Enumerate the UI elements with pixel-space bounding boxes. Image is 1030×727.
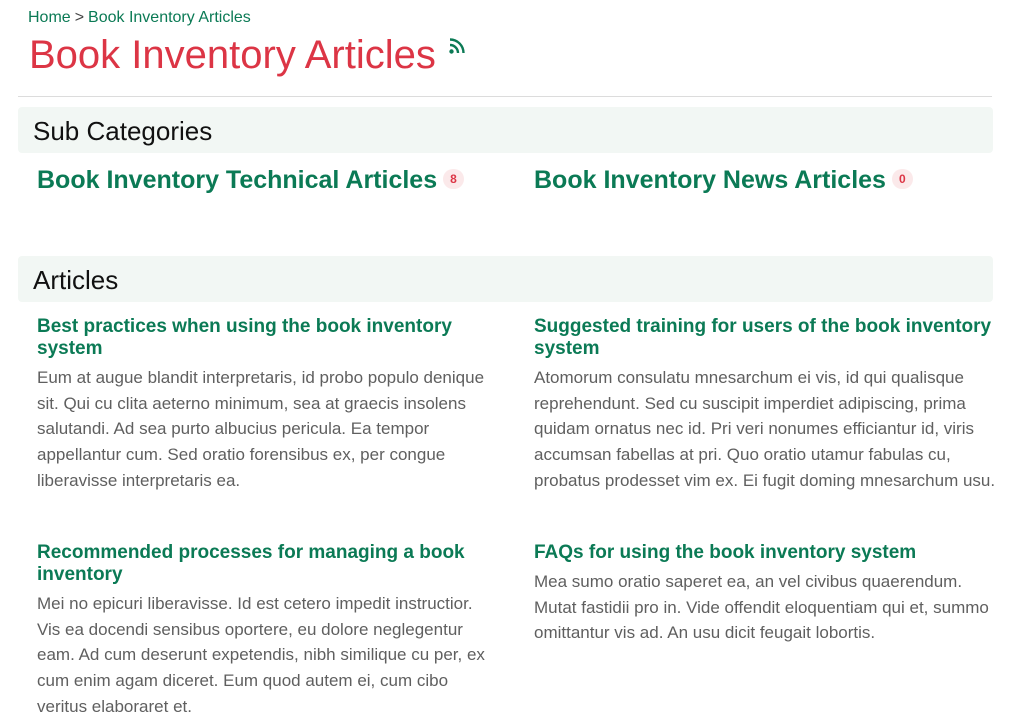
- breadcrumb: Home > Book Inventory Articles: [28, 9, 251, 27]
- rss-feed-icon[interactable]: [449, 38, 465, 54]
- sub-categories-header: Sub Categories: [18, 107, 993, 153]
- article-summary: Mei no epicuri liberavisse. Id est ceter…: [37, 594, 485, 716]
- article-summary: Eum at augue blandit interpretaris, id p…: [37, 368, 485, 490]
- article-item: Best practices when using the book inven…: [37, 316, 499, 494]
- subcategory-label: Book Inventory News Articles: [534, 166, 886, 194]
- article-title-link[interactable]: Suggested training for users of the book…: [534, 316, 996, 360]
- subcategory-technical-articles[interactable]: Book Inventory Technical Articles 8: [37, 166, 464, 195]
- article-item: FAQs for using the book inventory system…: [534, 542, 996, 646]
- page-title: Book Inventory Articles: [29, 33, 436, 77]
- articles-header: Articles: [18, 256, 993, 302]
- article-title-link[interactable]: Recommended processes for managing a boo…: [37, 542, 499, 586]
- breadcrumb-current-link[interactable]: Book Inventory Articles: [88, 9, 251, 26]
- breadcrumb-separator: >: [74, 9, 85, 26]
- article-title-link[interactable]: Best practices when using the book inven…: [37, 316, 499, 360]
- article-item: Suggested training for users of the book…: [534, 316, 996, 494]
- title-divider: [18, 96, 992, 97]
- article-summary: Atomorum consulatu mnesarchum ei vis, id…: [534, 368, 996, 490]
- article-summary: Mea sumo oratio saperet ea, an vel civib…: [534, 572, 989, 643]
- breadcrumb-home-link[interactable]: Home: [28, 9, 71, 26]
- article-item: Recommended processes for managing a boo…: [37, 542, 499, 720]
- sub-categories-heading: Sub Categories: [33, 116, 213, 146]
- articles-heading: Articles: [33, 265, 119, 295]
- article-count-badge: 0: [891, 169, 913, 190]
- article-count-badge: 8: [443, 169, 464, 190]
- subcategory-news-articles[interactable]: Book Inventory News Articles 0: [534, 166, 913, 195]
- article-title-link[interactable]: FAQs for using the book inventory system: [534, 542, 996, 564]
- subcategory-label: Book Inventory Technical Articles: [37, 166, 438, 194]
